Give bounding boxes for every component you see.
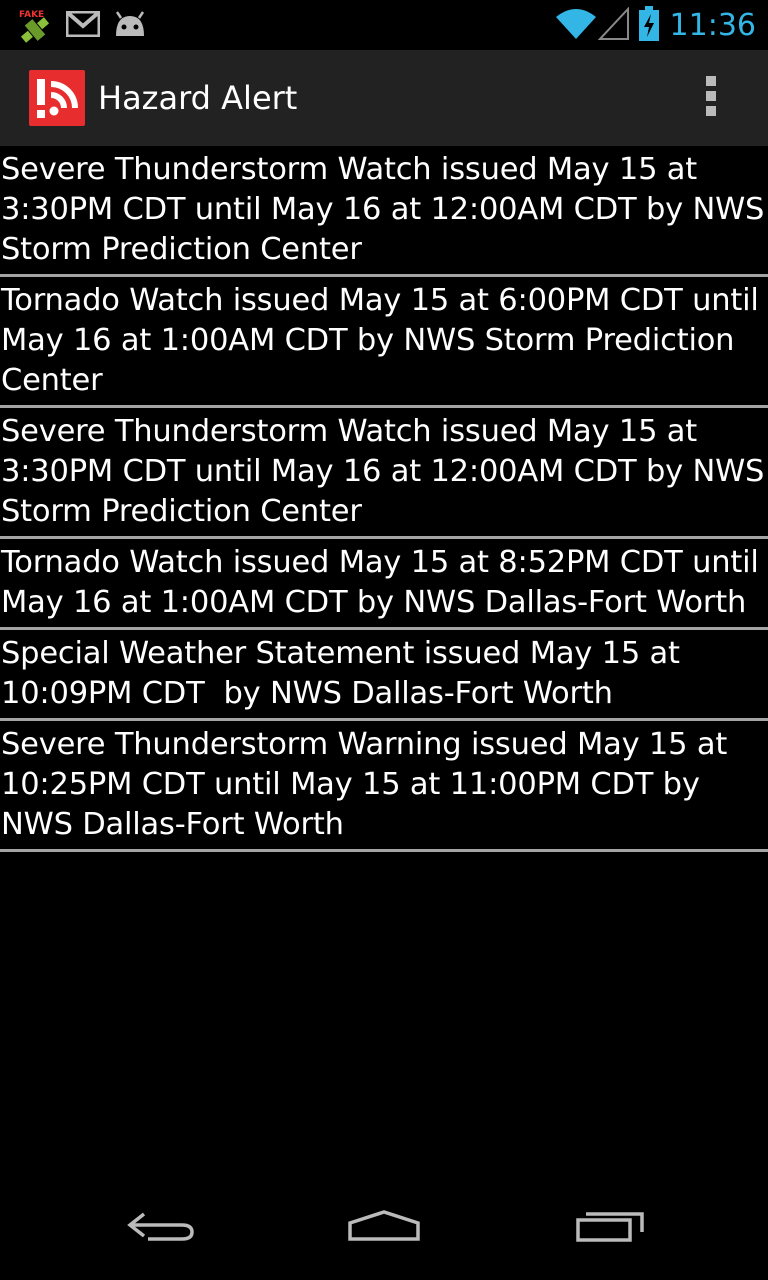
battery-charging-icon [638, 6, 660, 46]
recent-apps-icon[interactable] [560, 1198, 660, 1258]
alert-text: Severe Thunderstorm Watch issued May 15 … [1, 152, 765, 267]
android-debug-icon [112, 10, 148, 42]
system-icons: 11:36 [555, 6, 756, 46]
status-clock: 11:36 [669, 8, 756, 43]
app-title: Hazard Alert [98, 79, 298, 117]
list-item[interactable]: Severe Thunderstorm Warning issued May 1… [0, 721, 768, 852]
overflow-menu-icon[interactable] [696, 76, 726, 120]
list-item[interactable]: Special Weather Statement issued May 15 … [0, 630, 768, 721]
alert-text: Tornado Watch issued May 15 at 6:00PM CD… [1, 283, 759, 398]
alert-text: Severe Thunderstorm Watch issued May 15 … [1, 414, 765, 529]
back-icon[interactable] [110, 1198, 210, 1258]
signal-icon [597, 6, 630, 45]
status-bar: FAKE 11:36 [0, 0, 768, 50]
list-item[interactable]: Severe Thunderstorm Watch issued May 15 … [0, 146, 768, 277]
alert-text: Tornado Watch issued May 15 at 8:52PM CD… [1, 545, 759, 620]
home-icon[interactable] [334, 1198, 434, 1258]
notification-icons: FAKE [16, 8, 160, 44]
alert-list: Severe Thunderstorm Watch issued May 15 … [0, 146, 768, 852]
navigation-bar [0, 1184, 768, 1280]
gps-fake-icon: FAKE [16, 8, 54, 44]
alert-text: Severe Thunderstorm Warning issued May 1… [1, 727, 728, 842]
list-item[interactable]: Severe Thunderstorm Watch issued May 15 … [0, 408, 768, 539]
list-item[interactable]: Tornado Watch issued May 15 at 6:00PM CD… [0, 277, 768, 408]
svg-text:FAKE: FAKE [19, 10, 44, 20]
list-item[interactable]: Tornado Watch issued May 15 at 8:52PM CD… [0, 539, 768, 630]
hazard-alert-icon[interactable] [29, 70, 85, 126]
gmail-icon [65, 10, 101, 41]
alert-text: Special Weather Statement issued May 15 … [1, 636, 680, 711]
wifi-icon [555, 7, 596, 45]
action-bar: Hazard Alert [0, 50, 768, 146]
